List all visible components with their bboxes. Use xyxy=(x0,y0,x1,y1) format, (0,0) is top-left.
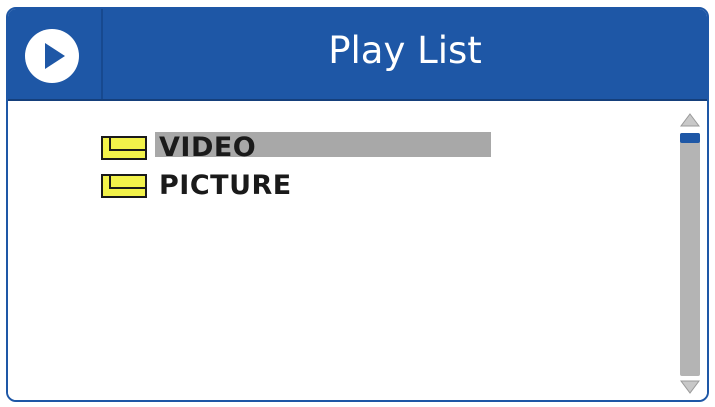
play-button[interactable] xyxy=(8,9,103,99)
title-bar: Play List xyxy=(8,9,707,101)
playlist-content: VIDEO PICTURE xyxy=(8,101,707,400)
triangle-up-icon[interactable] xyxy=(679,111,701,129)
scroll-track[interactable] xyxy=(680,133,700,376)
triangle-down-icon[interactable] xyxy=(679,378,701,396)
list-item-video[interactable]: VIDEO xyxy=(101,129,491,167)
folder-icon xyxy=(101,136,147,160)
play-circle-icon xyxy=(25,29,79,83)
window-title: Play List xyxy=(328,28,482,72)
list-item-label: VIDEO xyxy=(159,132,257,163)
playlist-window: Play List VIDEO PICTURE xyxy=(6,7,709,402)
list-item-picture[interactable]: PICTURE xyxy=(101,167,292,205)
list-item-label: PICTURE xyxy=(159,170,292,201)
folder-list: VIDEO PICTURE xyxy=(101,129,491,205)
scroll-thumb[interactable] xyxy=(680,133,700,143)
folder-icon xyxy=(101,174,147,198)
vertical-scrollbar[interactable] xyxy=(677,111,703,396)
